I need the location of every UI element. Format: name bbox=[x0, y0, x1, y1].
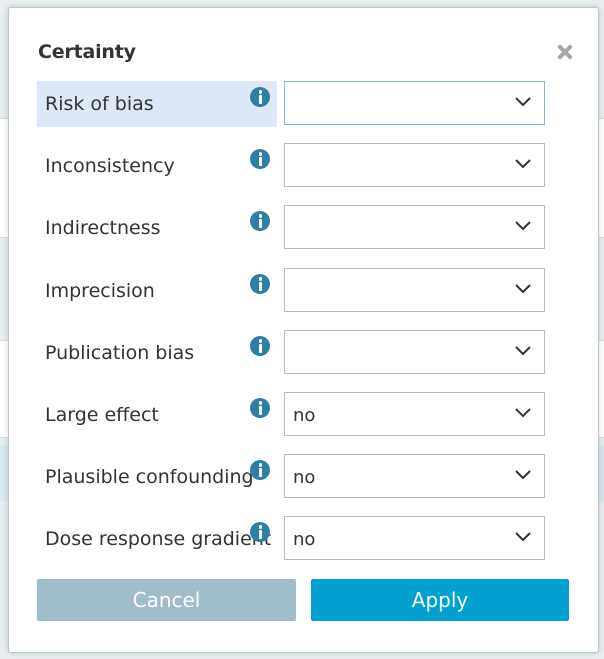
info-icon[interactable] bbox=[250, 336, 270, 356]
select-value: no bbox=[293, 467, 316, 488]
row-label: Inconsistency bbox=[45, 155, 175, 177]
info-icon[interactable] bbox=[250, 522, 270, 542]
row-dose-response-gradient: Dose response gradient no bbox=[37, 516, 545, 562]
info-icon[interactable] bbox=[250, 149, 270, 169]
apply-button[interactable]: Apply bbox=[311, 579, 569, 621]
cancel-button[interactable]: Cancel bbox=[37, 579, 296, 621]
certainty-dialog: Certainty Risk of bias Inconsistency Ind… bbox=[8, 7, 599, 653]
chevron-down-icon bbox=[515, 408, 531, 418]
label-cell: Large effect bbox=[37, 392, 277, 438]
label-cell: Plausible confounding bbox=[37, 454, 277, 500]
chevron-down-icon bbox=[515, 470, 531, 480]
row-label: Large effect bbox=[45, 404, 159, 426]
info-icon[interactable] bbox=[250, 274, 270, 294]
select-value: no bbox=[293, 405, 316, 426]
row-label: Dose response gradient bbox=[45, 528, 272, 550]
risk-of-bias-select[interactable] bbox=[284, 81, 545, 125]
row-large-effect: Large effect no bbox=[37, 392, 545, 438]
chevron-down-icon bbox=[515, 284, 531, 294]
row-label: Publication bias bbox=[45, 342, 195, 364]
publication-bias-select[interactable] bbox=[284, 330, 545, 374]
row-imprecision: Imprecision bbox=[37, 268, 545, 314]
row-label: Plausible confounding bbox=[45, 466, 254, 488]
row-label: Indirectness bbox=[45, 217, 161, 239]
label-cell: Indirectness bbox=[37, 205, 277, 251]
row-risk-of-bias: Risk of bias bbox=[37, 81, 545, 127]
imprecision-select[interactable] bbox=[284, 268, 545, 312]
plausible-confounding-select[interactable]: no bbox=[284, 454, 545, 498]
row-publication-bias: Publication bias bbox=[37, 330, 545, 376]
chevron-down-icon bbox=[515, 221, 531, 231]
row-indirectness: Indirectness bbox=[37, 205, 545, 251]
info-icon[interactable] bbox=[250, 460, 270, 480]
chevron-down-icon bbox=[515, 346, 531, 356]
info-icon[interactable] bbox=[250, 87, 270, 107]
chevron-down-icon bbox=[515, 97, 531, 107]
large-effect-select[interactable]: no bbox=[284, 392, 545, 436]
row-plausible-confounding: Plausible confounding no bbox=[37, 454, 545, 500]
row-label: Risk of bias bbox=[45, 93, 154, 115]
info-icon[interactable] bbox=[250, 398, 270, 418]
indirectness-select[interactable] bbox=[284, 205, 545, 249]
label-cell: Dose response gradient bbox=[37, 516, 277, 562]
chevron-down-icon bbox=[515, 532, 531, 542]
dialog-title: Certainty bbox=[38, 41, 136, 63]
label-cell: Risk of bias bbox=[37, 81, 277, 127]
inconsistency-select[interactable] bbox=[284, 143, 545, 187]
close-icon[interactable] bbox=[555, 42, 575, 62]
chevron-down-icon bbox=[515, 159, 531, 169]
row-label: Imprecision bbox=[45, 280, 155, 302]
label-cell: Inconsistency bbox=[37, 143, 277, 189]
row-inconsistency: Inconsistency bbox=[37, 143, 545, 189]
info-icon[interactable] bbox=[250, 211, 270, 231]
label-cell: Publication bias bbox=[37, 330, 277, 376]
dose-response-gradient-select[interactable]: no bbox=[284, 516, 545, 560]
label-cell: Imprecision bbox=[37, 268, 277, 314]
select-value: no bbox=[293, 529, 316, 550]
